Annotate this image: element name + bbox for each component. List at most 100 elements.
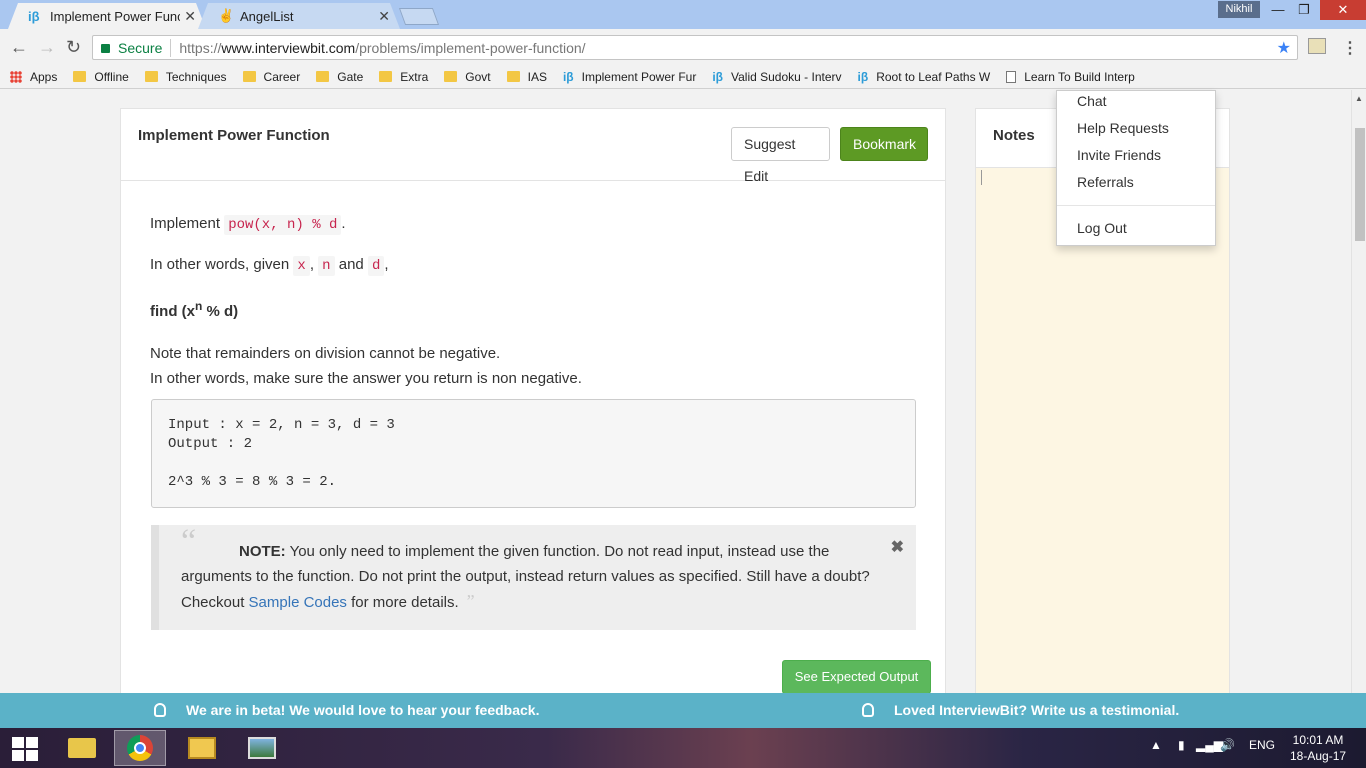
bookmark-label: Extra: [400, 69, 429, 84]
windows-start-icon[interactable]: [12, 737, 38, 761]
tab-angellist[interactable]: ✌ AngelList ✕: [198, 3, 400, 29]
menu-item-invite-friends[interactable]: Invite Friends: [1077, 147, 1161, 163]
notes-title: Notes: [993, 127, 1035, 144]
see-expected-output-button[interactable]: See Expected Output: [782, 660, 931, 693]
bookmark-label: Techniques: [165, 69, 227, 84]
windows-taskbar: ▲ ▮ ▂▄▆ 🔊 ENG 10:01 AM 18-Aug-17: [0, 728, 1366, 768]
close-tab-icon[interactable]: ✕: [378, 8, 390, 25]
bookmark-root-to-leaf[interactable]: iβ Root to Leaf Paths W: [858, 70, 991, 84]
interviewbit-icon: iβ: [712, 69, 723, 84]
bookmark-techniques[interactable]: Techniques: [144, 69, 227, 84]
new-tab-button[interactable]: [398, 8, 440, 25]
page-scrollbar[interactable]: ▲ ▼: [1351, 90, 1366, 728]
explorer-taskbar-icon[interactable]: [176, 730, 228, 766]
feedback-bar: We are in beta! We would love to hear yo…: [0, 693, 1366, 728]
tab-implement-power-function[interactable]: iβ Implement Power Functio ✕: [8, 3, 206, 29]
chrome-taskbar-icon[interactable]: [114, 730, 166, 766]
bookmark-career[interactable]: Career: [242, 70, 300, 84]
menu-divider: [1057, 205, 1215, 206]
folder-icon: [144, 71, 158, 82]
secure-indicator[interactable]: Secure: [93, 40, 162, 56]
menu-item-referrals[interactable]: Referrals: [1077, 174, 1134, 190]
angellist-icon: ✌: [218, 8, 235, 23]
url-text[interactable]: https://www.interviewbit.com/problems/im…: [179, 40, 585, 56]
dismiss-note-icon[interactable]: ✖: [891, 535, 904, 560]
note-line: In other words, make sure the answer you…: [150, 370, 582, 387]
bookmark-label: Apps: [30, 69, 58, 84]
bookmark-implement-power[interactable]: iβ Implement Power Fur: [563, 70, 696, 84]
volume-icon[interactable]: 🔊: [1220, 738, 1235, 752]
and-text: and: [338, 256, 364, 273]
bookmark-label: Gate: [337, 69, 364, 84]
folder-icon: [316, 71, 330, 82]
bookmark-extra[interactable]: Extra: [379, 70, 428, 84]
problem-find: find (xn % d): [150, 295, 916, 323]
problem-notes-text: Note that remainders on division cannot …: [150, 341, 916, 391]
bookmark-ias[interactable]: IAS: [506, 69, 547, 84]
scrollbar-thumb[interactable]: [1355, 128, 1365, 241]
url-host: www.interviewbit.com: [221, 39, 356, 56]
restore-icon[interactable]: ❐: [1290, 0, 1318, 20]
intro-text: Implement: [150, 215, 221, 232]
bookmark-label: IAS: [527, 69, 547, 84]
apps-icon: [10, 70, 22, 83]
bookmark-label: Implement Power Fur: [581, 69, 697, 84]
show-hidden-icons-icon[interactable]: ▲: [1150, 738, 1162, 752]
bookmark-star-icon[interactable]: ★: [1277, 38, 1291, 58]
bookmark-button[interactable]: Bookmark: [840, 127, 928, 161]
bookmark-gate[interactable]: Gate: [316, 70, 363, 84]
minimize-icon[interactable]: —: [1264, 0, 1292, 20]
folder-icon: [379, 71, 393, 82]
document-icon: [1006, 70, 1017, 83]
close-tab-icon[interactable]: ✕: [184, 8, 196, 25]
window-close-icon[interactable]: ✕: [1320, 0, 1366, 20]
url-scheme: https://: [179, 39, 222, 56]
testimonial-link[interactable]: Loved InterviewBit? Write us a testimoni…: [862, 702, 1179, 718]
network-icon[interactable]: ▂▄▆: [1196, 738, 1223, 752]
bookmark-apps[interactable]: Apps: [10, 70, 57, 84]
language-indicator[interactable]: ENG: [1249, 738, 1275, 752]
bookmark-valid-sudoku[interactable]: iβ Valid Sudoku - Interv: [712, 70, 841, 84]
photos-taskbar-icon[interactable]: [236, 730, 288, 766]
back-icon[interactable]: ←: [10, 37, 28, 58]
bookmark-label: Govt: [465, 69, 491, 84]
file-explorer-pinned-icon[interactable]: [56, 730, 108, 766]
menu-item-help-requests[interactable]: Help Requests: [1077, 120, 1169, 136]
user-dropdown-menu: Chat Help Requests Invite Friends Referr…: [1056, 90, 1216, 246]
testimonial-text: Loved InterviewBit? Write us a testimoni…: [894, 702, 1180, 718]
note-tail: for more details.: [346, 594, 459, 611]
address-bar[interactable]: Secure https://www.interviewbit.com/prob…: [92, 35, 1298, 60]
suggest-edit-button[interactable]: Suggest Edit: [731, 127, 830, 184]
code-n: n: [318, 256, 335, 276]
clock-date: 18-Aug-17: [1290, 749, 1347, 763]
menu-item-log-out[interactable]: Log Out: [1077, 220, 1127, 236]
note-line: Note that remainders on division cannot …: [150, 345, 501, 362]
system-clock[interactable]: 10:01 AM 18-Aug-17: [1290, 732, 1346, 764]
battery-icon[interactable]: ▮: [1178, 738, 1185, 752]
secure-label: Secure: [118, 39, 163, 56]
bookmark-learn-interpreter[interactable]: Learn To Build Interp: [1006, 70, 1135, 84]
bookmark-label: Learn To Build Interp: [1024, 69, 1135, 84]
browser-menu-icon[interactable]: ⋮: [1342, 38, 1358, 58]
code-d: d: [367, 256, 385, 276]
scroll-up-icon[interactable]: ▲: [1355, 94, 1363, 103]
profile-button[interactable]: Nikhil: [1218, 1, 1260, 18]
bookmarks-bar: Apps Offline Techniques Career Gate Extr…: [0, 65, 1366, 89]
interviewbit-icon: iβ: [28, 8, 40, 24]
extension-icon[interactable]: [1308, 38, 1326, 54]
folder-icon: [73, 71, 87, 82]
bookmark-offline[interactable]: Offline: [73, 70, 129, 84]
beta-feedback-link[interactable]: We are in beta! We would love to hear yo…: [154, 702, 539, 718]
sample-codes-link[interactable]: Sample Codes: [249, 594, 347, 611]
quote-close-icon: ”: [466, 591, 475, 611]
bookmark-govt[interactable]: Govt: [444, 69, 491, 84]
bookmark-label: Valid Sudoku - Interv: [731, 69, 842, 84]
menu-item-chat[interactable]: Chat: [1077, 93, 1107, 109]
beta-feedback-text: We are in beta! We would love to hear yo…: [186, 702, 540, 718]
reload-icon[interactable]: ↻: [66, 37, 81, 58]
forward-icon[interactable]: →: [38, 37, 56, 58]
problem-given: In other words, given x, n and d,: [150, 256, 389, 276]
browser-titlebar: iβ Implement Power Functio ✕ ✌ AngelList…: [0, 0, 1366, 29]
lock-icon: [101, 44, 110, 53]
lightbulb-icon: [154, 703, 166, 717]
